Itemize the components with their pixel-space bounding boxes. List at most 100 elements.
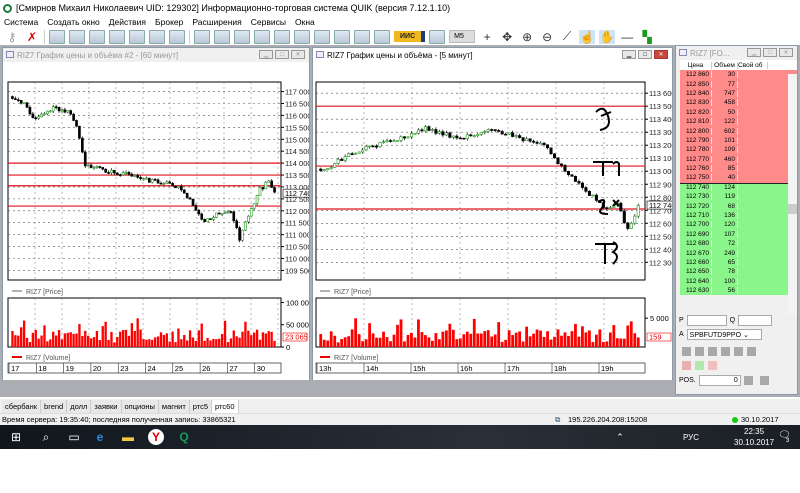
cancel-buy-icon[interactable] <box>695 361 704 370</box>
quotes-window-icon[interactable] <box>109 29 125 44</box>
position-settings-button[interactable] <box>759 376 769 385</box>
account-select[interactable]: SPBFUTD9PPO ⌄ <box>686 329 762 340</box>
position-action-button[interactable] <box>743 376 753 385</box>
grab-hand-icon[interactable]: ✋ <box>599 29 616 44</box>
ask-row[interactable]: 112 840 747 <box>680 88 797 99</box>
bid-row[interactable]: 112 690 107 <box>680 229 797 240</box>
col-price[interactable]: Цена <box>680 61 712 69</box>
ask-row[interactable]: 112 850 77 <box>680 79 797 89</box>
orders-icon[interactable] <box>194 29 210 44</box>
iis-button[interactable]: ИИС <box>394 31 426 42</box>
minimize-button[interactable]: ▁ <box>622 50 636 59</box>
ask-row[interactable]: 112 770 460 <box>680 154 797 164</box>
ask-row[interactable]: 112 830 458 <box>680 98 797 108</box>
ask-row[interactable]: 112 760 85 <box>680 163 797 174</box>
bid-row[interactable]: 112 650 78 <box>680 267 797 277</box>
cancel-sell-icon[interactable] <box>708 361 717 370</box>
menu-system[interactable]: Система <box>4 17 38 27</box>
maximize-button[interactable]: □ <box>275 50 289 59</box>
interval-select[interactable]: M5 <box>449 30 476 43</box>
tab-doll[interactable]: долл <box>67 400 92 413</box>
scatter-window-icon[interactable] <box>89 29 105 44</box>
menu-extensions[interactable]: Расширения <box>192 17 241 27</box>
close-button[interactable]: ✕ <box>779 48 793 57</box>
move-icon[interactable]: ✥ <box>499 30 515 44</box>
close-button[interactable]: ✕ <box>654 50 668 59</box>
clock-date[interactable]: 30.10.2017 <box>734 438 774 447</box>
ask-row[interactable]: 112 750 40 <box>680 173 797 183</box>
bid-row[interactable]: 112 670 249 <box>680 248 797 258</box>
edge-icon[interactable]: e <box>92 429 108 445</box>
close-position-button[interactable] <box>747 347 756 356</box>
tray-icons[interactable]: ⌃ ▭ ◠ ◁) <box>612 429 628 490</box>
briefcase-coins-icon[interactable] <box>374 29 390 44</box>
chart-area[interactable]: 117 000 116 500 116 000 115 500 115 000 114 5… <box>3 62 314 380</box>
bid-row[interactable]: 112 640 100 <box>680 276 797 286</box>
briefcase-icon[interactable] <box>354 29 370 44</box>
search-icon[interactable]: ⌕ <box>38 429 54 445</box>
minimize-button[interactable]: ▁ <box>747 48 761 57</box>
tab-orders[interactable]: заявки <box>91 400 122 413</box>
buy-market-button[interactable] <box>708 347 717 356</box>
order-book-title-bar[interactable]: RIZ7 [FO... ▁ □ ✕ <box>676 46 797 60</box>
bid-row[interactable]: 112 730 119 <box>680 192 797 202</box>
table-handshake-icon[interactable] <box>129 29 145 44</box>
quantity-input[interactable] <box>738 315 773 326</box>
reverse-button[interactable] <box>734 347 743 356</box>
tab-rts5[interactable]: ртс5 <box>189 400 213 413</box>
price-input[interactable] <box>686 315 727 326</box>
ask-row[interactable]: 112 790 101 <box>680 135 797 146</box>
bid-row[interactable]: 112 740 124 <box>680 182 797 193</box>
menu-actions[interactable]: Действия <box>109 17 146 27</box>
col-volume[interactable]: Объем <box>712 61 738 69</box>
bid-row[interactable]: 112 700 120 <box>680 220 797 230</box>
quik-taskbar-icon[interactable]: Q <box>176 429 192 445</box>
ask-row[interactable]: 112 810 122 <box>680 116 797 127</box>
positions-icon[interactable] <box>274 29 290 44</box>
menu-windows[interactable]: Окна <box>295 17 315 27</box>
menu-create-window[interactable]: Создать окно <box>47 17 100 27</box>
disconnect-key-icon[interactable]: ✗ <box>24 30 40 44</box>
trades-icon[interactable] <box>214 29 230 44</box>
ask-row[interactable]: 112 820 50 <box>680 107 797 117</box>
language-indicator[interactable]: РУС <box>683 433 699 442</box>
table-delete-icon[interactable] <box>169 29 185 44</box>
menu-services[interactable]: Сервисы <box>251 17 286 27</box>
bid-row[interactable]: 112 680 72 <box>680 239 797 249</box>
maximize-button[interactable]: □ <box>638 50 652 59</box>
sell-market-button[interactable] <box>721 347 730 356</box>
close-button[interactable]: ✕ <box>291 50 305 59</box>
candles-icon[interactable]: ▚ <box>639 30 655 44</box>
clock-time[interactable]: 22:35 <box>744 427 764 436</box>
order-book-scrollbar[interactable] <box>788 74 797 314</box>
bid-row[interactable]: 112 660 65 <box>680 257 797 268</box>
ask-row[interactable]: 112 800 602 <box>680 126 797 136</box>
minimize-button[interactable]: ▁ <box>259 50 273 59</box>
bid-row[interactable]: 112 630 56 <box>680 285 797 296</box>
tab-options[interactable]: опционы <box>121 400 159 413</box>
bid-row[interactable]: 112 720 68 <box>680 201 797 211</box>
bid-row[interactable]: 112 710 136 <box>680 210 797 221</box>
chart-window-title-bar[interactable]: RIZ7 График цены и объёма - [5 минут] ▁ □… <box>313 48 672 62</box>
explorer-icon[interactable]: ▬ <box>120 429 136 445</box>
tab-sberbank[interactable]: сбербанк <box>2 400 42 413</box>
accounts-icon[interactable] <box>334 29 350 44</box>
maximize-button[interactable]: □ <box>763 48 777 57</box>
tab-rts60[interactable]: ртс60 <box>212 400 239 413</box>
scrollbar-thumb[interactable] <box>788 204 797 214</box>
chart-window-icon[interactable] <box>69 29 85 44</box>
cancel-all-icon[interactable] <box>682 361 691 370</box>
line-tool-icon[interactable]: — <box>619 30 635 44</box>
ask-row[interactable]: 112 780 109 <box>680 145 797 155</box>
zoom-in-icon[interactable]: ⊕ <box>519 30 535 44</box>
sell-button[interactable] <box>695 347 704 356</box>
chart-settings-icon[interactable] <box>429 29 446 44</box>
stop-orders-icon[interactable] <box>234 29 250 44</box>
col-own-volume[interactable]: Свой об <box>738 61 768 69</box>
chart-area[interactable]: 113 600 113 500 113 400 113 300 113 200 113 1… <box>313 62 678 380</box>
task-view-icon[interactable]: ▭ <box>66 429 82 445</box>
ask-row[interactable]: 112 860 30 <box>680 70 797 80</box>
crosshair-icon[interactable]: + <box>479 30 495 44</box>
tab-magnit[interactable]: магнит <box>158 400 190 413</box>
portfolio-coins-icon[interactable] <box>314 29 330 44</box>
